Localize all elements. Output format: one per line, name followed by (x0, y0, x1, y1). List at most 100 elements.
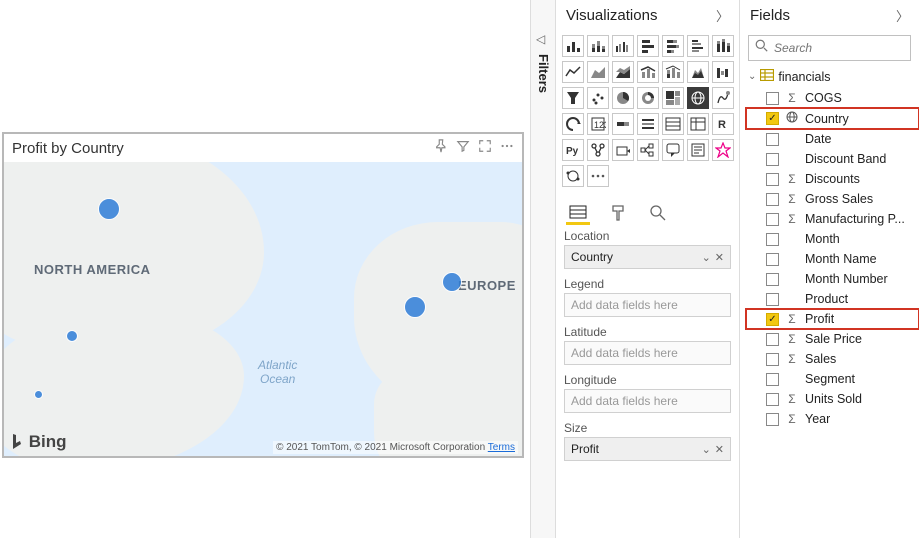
checkbox[interactable]: ✓ (766, 112, 779, 125)
viz-type-icon[interactable] (587, 165, 609, 187)
map-bubble[interactable] (98, 198, 120, 220)
checkbox[interactable] (766, 273, 779, 286)
checkbox[interactable] (766, 133, 779, 146)
remove-icon[interactable]: ✕ (715, 443, 724, 456)
field-row[interactable]: ΣManufacturing P... (746, 209, 919, 229)
map-bubble[interactable] (442, 272, 462, 292)
viz-type-icon[interactable] (687, 113, 709, 135)
viz-type-icon[interactable] (712, 87, 734, 109)
field-row[interactable]: ✓Country (746, 108, 919, 129)
viz-type-icon[interactable] (562, 113, 584, 135)
checkbox[interactable] (766, 293, 779, 306)
chevron-right-icon[interactable]: 〉 (716, 6, 729, 25)
viz-type-icon[interactable] (637, 61, 659, 83)
viz-type-icon[interactable] (587, 139, 609, 161)
viz-type-icon[interactable]: R (712, 113, 734, 135)
map-bubble[interactable] (34, 390, 43, 399)
checkbox[interactable] (766, 333, 779, 346)
viz-type-icon[interactable] (562, 87, 584, 109)
field-row[interactable]: Product (746, 289, 919, 309)
well-size[interactable]: Profit ⌄✕ (564, 437, 731, 461)
map-bubble[interactable] (66, 330, 78, 342)
viz-type-icon[interactable] (687, 61, 709, 83)
field-row[interactable]: ΣUnits Sold (746, 389, 919, 409)
viz-type-icon[interactable] (687, 87, 709, 109)
checkbox[interactable] (766, 193, 779, 206)
map-visual[interactable]: Profit by Country (2, 132, 524, 458)
viz-type-icon[interactable] (662, 61, 684, 83)
checkbox[interactable] (766, 373, 779, 386)
chevron-down-icon[interactable]: ⌄ (702, 443, 711, 456)
well-legend[interactable]: Add data fields here (564, 293, 731, 317)
checkbox[interactable] (766, 213, 779, 226)
search-input[interactable] (774, 41, 919, 55)
remove-icon[interactable]: ✕ (715, 251, 724, 264)
filter-icon[interactable] (456, 139, 470, 158)
viz-type-icon[interactable] (687, 139, 709, 161)
checkbox[interactable] (766, 92, 779, 105)
map-surface[interactable]: NORTH AMERICA EUROPE AtlanticOcean Bing … (4, 162, 522, 456)
viz-type-icon[interactable] (562, 165, 584, 187)
viz-type-icon[interactable] (612, 139, 634, 161)
well-latitude[interactable]: Add data fields here (564, 341, 731, 365)
viz-type-icon[interactable] (712, 35, 734, 57)
field-row[interactable]: Discount Band (746, 149, 919, 169)
viz-type-icon[interactable] (637, 87, 659, 109)
viz-type-icon[interactable] (587, 35, 609, 57)
viz-type-icon[interactable] (662, 35, 684, 57)
viz-type-icon[interactable] (587, 61, 609, 83)
viz-type-icon[interactable]: 123 (587, 113, 609, 135)
well-location[interactable]: Country ⌄✕ (564, 245, 731, 269)
checkbox[interactable] (766, 393, 779, 406)
well-longitude[interactable]: Add data fields here (564, 389, 731, 413)
checkbox[interactable] (766, 153, 779, 166)
field-row[interactable]: Month Number (746, 269, 919, 289)
checkbox[interactable] (766, 233, 779, 246)
viz-type-icon[interactable] (612, 87, 634, 109)
viz-type-icon[interactable] (612, 61, 634, 83)
filters-pane-collapsed[interactable]: ◁ Filters (530, 0, 556, 538)
viz-type-icon[interactable] (587, 87, 609, 109)
field-row[interactable]: ΣYear (746, 409, 919, 429)
viz-type-icon[interactable] (712, 139, 734, 161)
field-row[interactable]: Segment (746, 369, 919, 389)
viz-type-icon[interactable] (712, 61, 734, 83)
field-row[interactable]: ΣCOGS (746, 88, 919, 108)
checkbox[interactable] (766, 253, 779, 266)
field-row[interactable]: Month (746, 229, 919, 249)
viz-type-icon[interactable] (612, 113, 634, 135)
chevron-down-icon[interactable]: ⌄ (702, 251, 711, 264)
focus-mode-icon[interactable] (478, 139, 492, 158)
checkbox[interactable]: ✓ (766, 313, 779, 326)
field-row[interactable]: ✓ΣProfit (746, 309, 919, 329)
viz-type-icon[interactable] (562, 35, 584, 57)
checkbox[interactable] (766, 353, 779, 366)
field-row[interactable]: ΣSales (746, 349, 919, 369)
format-tab-icon[interactable] (606, 201, 630, 225)
viz-type-icon[interactable] (637, 139, 659, 161)
checkbox[interactable] (766, 173, 779, 186)
analytics-tab-icon[interactable] (646, 201, 670, 225)
viz-type-icon[interactable] (612, 35, 634, 57)
viz-type-icon[interactable] (562, 61, 584, 83)
viz-type-icon[interactable]: Py (562, 139, 584, 161)
table-node[interactable]: ⌄ financials (740, 65, 919, 88)
pin-icon[interactable] (434, 139, 448, 158)
search-box[interactable] (748, 35, 911, 61)
viz-type-icon[interactable] (637, 113, 659, 135)
field-row[interactable]: ΣGross Sales (746, 189, 919, 209)
fields-tab-icon[interactable] (566, 201, 590, 225)
map-bubble[interactable] (404, 296, 426, 318)
more-options-icon[interactable] (500, 139, 514, 158)
viz-type-icon[interactable] (687, 35, 709, 57)
field-row[interactable]: ΣDiscounts (746, 169, 919, 189)
field-row[interactable]: Month Name (746, 249, 919, 269)
map-terms-link[interactable]: Terms (488, 442, 515, 453)
viz-type-icon[interactable] (662, 139, 684, 161)
viz-type-icon[interactable] (662, 87, 684, 109)
viz-type-icon[interactable] (662, 113, 684, 135)
checkbox[interactable] (766, 413, 779, 426)
field-row[interactable]: ΣSale Price (746, 329, 919, 349)
viz-type-icon[interactable] (637, 35, 659, 57)
field-row[interactable]: Date (746, 129, 919, 149)
